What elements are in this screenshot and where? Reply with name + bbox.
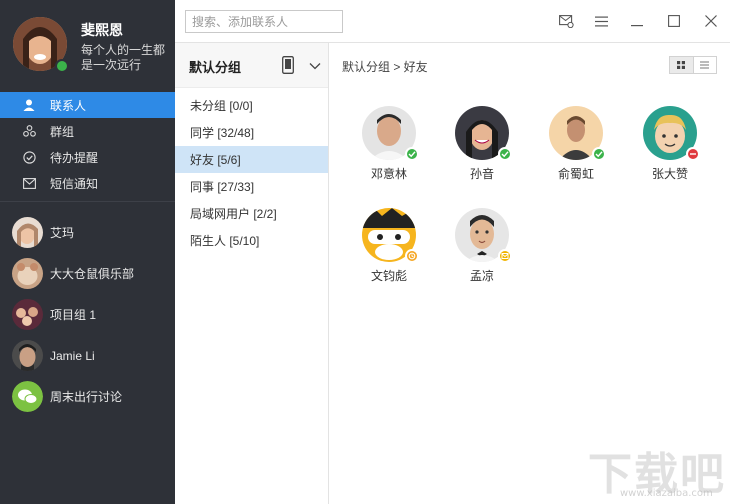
sidebar: 斐熙恩 每个人的一生都是一次远行 联系人 群组 待办提醒 短信通知 艾玛 大大仓… (0, 0, 175, 504)
recent-chat-item[interactable]: 艾玛 (0, 212, 175, 253)
online-status-icon (405, 147, 419, 161)
avatar (455, 106, 512, 161)
maximize-icon[interactable] (665, 12, 683, 30)
profile-motto: 每个人的一生都是一次远行 (81, 43, 166, 72)
user-icon (22, 98, 36, 112)
nav-menu: 联系人 群组 待办提醒 短信通知 (0, 92, 175, 196)
group-item[interactable]: 未分组 [0/0] (175, 92, 328, 119)
nav-item-label: 短信通知 (50, 176, 99, 191)
group-item[interactable]: 局域网用户 [2/2] (175, 200, 328, 227)
sidebar-divider (0, 201, 175, 202)
avatar (12, 217, 43, 248)
menu-icon[interactable] (592, 12, 610, 30)
chat-bubble-icon (12, 381, 43, 412)
busy-status-icon (686, 147, 700, 161)
recent-chat-label: 大大仓鼠俱乐部 (50, 267, 135, 281)
profile-card: 斐熙恩 每个人的一生都是一次远行 (0, 0, 175, 88)
contact-name: 孙音 (469, 167, 494, 181)
phone-icon[interactable] (282, 56, 294, 74)
chevron-down-icon[interactable] (309, 60, 321, 70)
avatar (455, 208, 512, 263)
group-icon (22, 124, 36, 138)
avatar (549, 106, 606, 161)
avatar (12, 299, 43, 330)
check-circle-icon (22, 150, 36, 164)
group-panel-header: 默认分组 (175, 43, 328, 88)
contact-name: 俞蜀虹 (557, 167, 594, 181)
mail-icon (22, 176, 36, 190)
nav-item-groups[interactable]: 群组 (0, 118, 175, 144)
nav-item-label: 群组 (50, 124, 75, 139)
contact-card[interactable]: 邓意林 (349, 106, 429, 182)
group-panel-title: 默认分组 (189, 60, 242, 75)
close-icon[interactable] (702, 12, 720, 30)
away-status-icon (405, 249, 419, 263)
message-status-icon (498, 249, 512, 263)
group-list: 未分组 [0/0] 同学 [32/48] 好友 [5/6] 同事 [27/33]… (175, 88, 328, 254)
nav-item-label: 待办提醒 (50, 150, 99, 165)
online-status-icon (55, 59, 69, 73)
recent-chat-item[interactable]: 周末出行讨论 (0, 376, 175, 417)
nav-item-contacts[interactable]: 联系人 (0, 92, 175, 118)
breadcrumb: 默认分组 > 好友 (342, 60, 428, 74)
contact-name: 张大赞 (651, 167, 688, 181)
contacts-view: 默认分组 > 好友 邓意林 孙音 俞蜀虹 张大赞 文钧彪 孟凉 (330, 43, 730, 504)
avatar (12, 258, 43, 289)
group-item[interactable]: 陌生人 [5/10] (175, 227, 328, 254)
contact-card[interactable]: 孙音 (442, 106, 522, 182)
avatar (362, 208, 419, 263)
avatar (362, 106, 419, 161)
grid-view-icon[interactable] (670, 57, 693, 73)
group-item-selected[interactable]: 好友 [5/6] (175, 146, 328, 173)
recent-chat-item[interactable]: 大大仓鼠俱乐部 (0, 253, 175, 294)
message-settings-icon[interactable] (557, 12, 575, 30)
contact-card[interactable]: 张大赞 (630, 106, 710, 182)
recent-chat-item[interactable]: 项目组 1 (0, 294, 175, 335)
recent-chat-label: 周末出行讨论 (50, 390, 123, 404)
contact-card[interactable]: 俞蜀虹 (536, 106, 616, 182)
contact-card[interactable]: 孟凉 (442, 208, 522, 284)
recent-chat-label: Jamie Li (50, 348, 95, 363)
avatar (12, 340, 43, 371)
search-input[interactable] (185, 10, 343, 33)
avatar (643, 106, 700, 161)
recent-chat-label: 项目组 1 (50, 308, 97, 322)
recent-chats: 艾玛 大大仓鼠俱乐部 项目组 1 Jamie Li 周末出行讨论 (0, 212, 175, 417)
watermark-url: www.xiazaiba.com (620, 488, 713, 499)
online-status-icon (498, 147, 512, 161)
online-status-icon (592, 147, 606, 161)
top-bar (175, 0, 730, 43)
minimize-icon[interactable] (628, 12, 646, 30)
group-item[interactable]: 同事 [27/33] (175, 173, 328, 200)
recent-chat-item[interactable]: Jamie Li (0, 335, 175, 376)
group-item[interactable]: 同学 [32/48] (175, 119, 328, 146)
contact-name: 孟凉 (469, 269, 494, 283)
contact-card[interactable]: 文钧彪 (349, 208, 429, 284)
nav-item-reminders[interactable]: 待办提醒 (0, 144, 175, 170)
profile-name: 斐熙恩 (81, 22, 123, 38)
contact-name: 文钧彪 (370, 269, 407, 283)
list-view-icon[interactable] (692, 57, 717, 73)
nav-item-label: 联系人 (50, 98, 87, 113)
nav-item-sms[interactable]: 短信通知 (0, 170, 175, 196)
group-panel: 默认分组 未分组 [0/0] 同学 [32/48] 好友 [5/6] 同事 [2… (175, 43, 329, 504)
view-toggle (669, 56, 717, 74)
recent-chat-label: 艾玛 (50, 226, 75, 240)
contact-name: 邓意林 (370, 167, 407, 181)
